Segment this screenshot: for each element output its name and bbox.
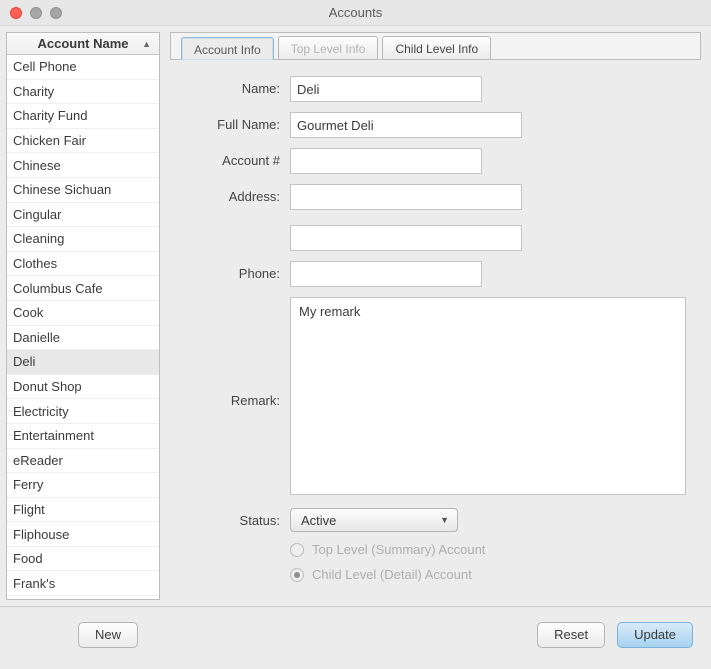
child-level-radio[interactable]: [290, 568, 304, 582]
status-select[interactable]: Active ▼: [290, 508, 458, 532]
window-title: Accounts: [0, 5, 711, 20]
accountnum-label: Account #: [180, 148, 280, 168]
accountnum-field[interactable]: [290, 148, 482, 174]
reset-button[interactable]: Reset: [537, 622, 605, 648]
status-value: Active: [301, 513, 336, 528]
tab-label: Child Level Info: [395, 42, 478, 56]
title-bar: Accounts: [0, 0, 711, 26]
table-row[interactable]: Flight: [7, 498, 159, 523]
table-row[interactable]: Chicken Fair: [7, 129, 159, 154]
remark-label: Remark:: [180, 388, 280, 408]
table-row[interactable]: Clothes: [7, 252, 159, 277]
table-row[interactable]: Cell Phone: [7, 55, 159, 80]
table-row[interactable]: Chinese Sichuan: [7, 178, 159, 203]
status-label: Status:: [180, 508, 280, 528]
update-button[interactable]: Update: [617, 622, 693, 648]
table-row[interactable]: Charity Fund: [7, 104, 159, 129]
tab-label: Account Info: [194, 43, 261, 57]
child-level-radio-label: Child Level (Detail) Account: [312, 567, 472, 582]
table-row[interactable]: Chinese: [7, 153, 159, 178]
table-row[interactable]: Cingular: [7, 203, 159, 228]
table-row[interactable]: Frank's: [7, 571, 159, 596]
top-level-radio-label: Top Level (Summary) Account: [312, 542, 485, 557]
fullname-label: Full Name:: [180, 112, 280, 132]
remark-field[interactable]: [290, 297, 686, 495]
table-row[interactable]: eReader: [7, 449, 159, 474]
phone-field[interactable]: [290, 261, 482, 287]
table-header[interactable]: Account Name ▲: [7, 33, 159, 55]
table-row[interactable]: Cook: [7, 301, 159, 326]
table-row[interactable]: Food: [7, 547, 159, 572]
address-line2-field[interactable]: [290, 225, 522, 251]
tab-account-info[interactable]: Account Info: [181, 37, 274, 60]
table-row[interactable]: Cleaning: [7, 227, 159, 252]
sort-ascending-icon: ▲: [142, 39, 151, 49]
fullname-field[interactable]: [290, 112, 522, 138]
new-button[interactable]: New: [78, 622, 138, 648]
table-row[interactable]: Columbus Cafe: [7, 276, 159, 301]
button-label: Reset: [554, 627, 588, 642]
table-row[interactable]: Danielle: [7, 326, 159, 351]
button-label: Update: [634, 627, 676, 642]
table-row[interactable]: Charity: [7, 80, 159, 105]
footer-bar: New Reset Update: [0, 606, 711, 662]
chevron-down-icon: ▼: [440, 515, 449, 525]
table-row[interactable]: Deli: [7, 350, 159, 375]
button-label: New: [95, 627, 121, 642]
tab-child-level-info[interactable]: Child Level Info: [382, 36, 491, 59]
tab-bar: Account Info Top Level Info Child Level …: [170, 32, 701, 60]
table-row[interactable]: Entertainment: [7, 424, 159, 449]
table-row[interactable]: Ferry: [7, 473, 159, 498]
tab-top-level-info[interactable]: Top Level Info: [278, 36, 379, 59]
table-row[interactable]: Donut Shop: [7, 375, 159, 400]
name-field[interactable]: [290, 76, 482, 102]
top-level-radio[interactable]: [290, 543, 304, 557]
account-name-table: Account Name ▲ Cell PhoneCharityCharity …: [6, 32, 160, 600]
table-row[interactable]: Electricity: [7, 399, 159, 424]
column-header-account-name: Account Name: [15, 36, 151, 51]
table-body[interactable]: Cell PhoneCharityCharity FundChicken Fai…: [7, 55, 159, 599]
address-label: Address:: [180, 184, 280, 204]
tab-label: Top Level Info: [291, 42, 366, 56]
address-line1-field[interactable]: [290, 184, 522, 210]
table-row[interactable]: Fliphouse: [7, 522, 159, 547]
name-label: Name:: [180, 76, 280, 96]
phone-label: Phone:: [180, 261, 280, 281]
